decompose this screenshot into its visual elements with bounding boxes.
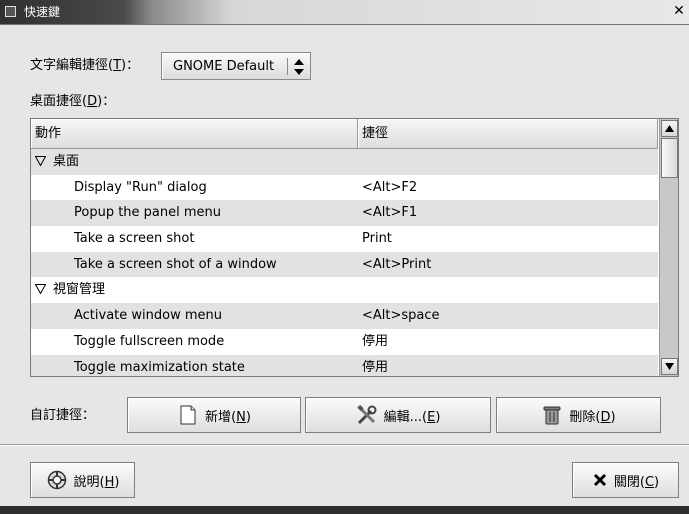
action-cell: Activate window menu (74, 308, 223, 324)
option-menu-separator (287, 58, 288, 75)
custom-shortcuts-label: 自訂捷徑： (30, 408, 96, 423)
help-button-label: 說明(H) (73, 474, 120, 490)
separator (0, 444, 689, 446)
column-header-action[interactable]: 動作 (31, 119, 358, 149)
group-label: 視窗管理 (53, 282, 106, 298)
scroll-up-button[interactable] (661, 120, 678, 137)
shortcut-cell: 停用 (362, 359, 389, 375)
keyboard-shortcuts-window: 快速鍵 ✕ 文字編輯捷徑(T)： GNOME Default 桌面捷徑(D)： … (0, 0, 689, 514)
group-label: 桌面 (53, 154, 80, 169)
shortcut-cell: Print (362, 231, 392, 247)
close-button[interactable]: 關閉(C) (572, 462, 679, 498)
tree-item-row[interactable]: Activate window menu <Alt>space (31, 303, 658, 329)
help-button[interactable]: 說明(H) (30, 462, 135, 498)
tree-item-row[interactable]: Popup the panel menu <Alt>F1 (31, 200, 658, 227)
shortcut-cell: <Alt>Print (362, 256, 432, 272)
title-bar[interactable]: 快速鍵 ✕ (0, 0, 689, 25)
shortcut-cell: <Alt>space (362, 308, 440, 324)
tree-header: 動作 捷徑 (31, 119, 658, 149)
expander-open-icon[interactable] (35, 156, 46, 166)
column-header-shortcut[interactable]: 捷徑 (358, 119, 658, 149)
remove-shortcut-button[interactable]: 刪除(D) (496, 397, 661, 433)
window-menu-icon[interactable] (5, 6, 16, 17)
window-close-icon[interactable]: ✕ (671, 3, 687, 19)
edit-button-label: 編輯...(E) (383, 409, 441, 425)
tree-group-row[interactable]: 視窗管理 (31, 277, 658, 303)
window-title: 快速鍵 (24, 5, 61, 19)
tree-item-row[interactable]: Take a screen shot Print (31, 226, 658, 252)
action-cell: Take a screen shot (74, 231, 195, 247)
vertical-scrollbar[interactable] (659, 119, 678, 376)
lifebuoy-icon (47, 470, 66, 490)
action-cell: Display "Run" dialog (74, 179, 207, 195)
trash-icon (543, 406, 561, 425)
tree-item-row[interactable]: Toggle fullscreen mode 停用 (31, 329, 658, 355)
desktop-shortcuts-label: 桌面捷徑(D)： (30, 94, 116, 109)
text-editing-shortcuts-menu[interactable]: GNOME Default (161, 52, 311, 80)
add-button-label: 新增(N) (205, 409, 251, 425)
tools-icon (356, 404, 377, 425)
shortcut-cell: <Alt>F2 (362, 179, 418, 195)
action-cell: Toggle fullscreen mode (74, 333, 225, 349)
tree-rows: 桌面 Display "Run" dialog <Alt>F2 Popup th… (31, 149, 658, 376)
edit-shortcut-button[interactable]: 編輯...(E) (305, 397, 491, 433)
shortcuts-tree-view[interactable]: 動作 捷徑 桌面 Display "Run" dialog <Alt>F2 Po… (30, 118, 679, 377)
expander-open-icon[interactable] (35, 284, 46, 295)
shortcut-cell: <Alt>F1 (362, 205, 418, 221)
up-down-arrows-icon (294, 59, 304, 75)
desktop-background-strip (0, 506, 689, 514)
scroll-up-arrow-icon (665, 125, 674, 132)
action-cell: Popup the panel menu (74, 205, 222, 221)
add-shortcut-button[interactable]: 新增(N) (127, 397, 301, 433)
scrollbar-thumb[interactable] (661, 138, 678, 178)
action-cell: Toggle maximization state (74, 359, 245, 375)
tree-item-row[interactable]: Display "Run" dialog <Alt>F2 (31, 175, 658, 201)
scroll-down-arrow-icon (665, 363, 674, 370)
action-cell: Take a screen shot of a window (74, 256, 277, 272)
tree-item-row[interactable]: Take a screen shot of a window <Alt>Prin… (31, 251, 658, 278)
shortcut-cell: 停用 (362, 333, 389, 349)
tree-item-row[interactable]: Toggle maximization state 停用 (31, 354, 658, 376)
text-editing-label: 文字編輯捷徑(T)： (30, 58, 140, 73)
remove-button-label: 刪除(D) (569, 409, 616, 425)
scroll-down-button[interactable] (661, 358, 678, 375)
tree-group-row[interactable]: 桌面 (31, 149, 658, 175)
close-x-icon (593, 473, 606, 487)
text-editing-selected-value: GNOME Default (173, 59, 275, 74)
close-button-label: 關閉(C) (613, 474, 660, 490)
new-document-icon (180, 405, 196, 425)
